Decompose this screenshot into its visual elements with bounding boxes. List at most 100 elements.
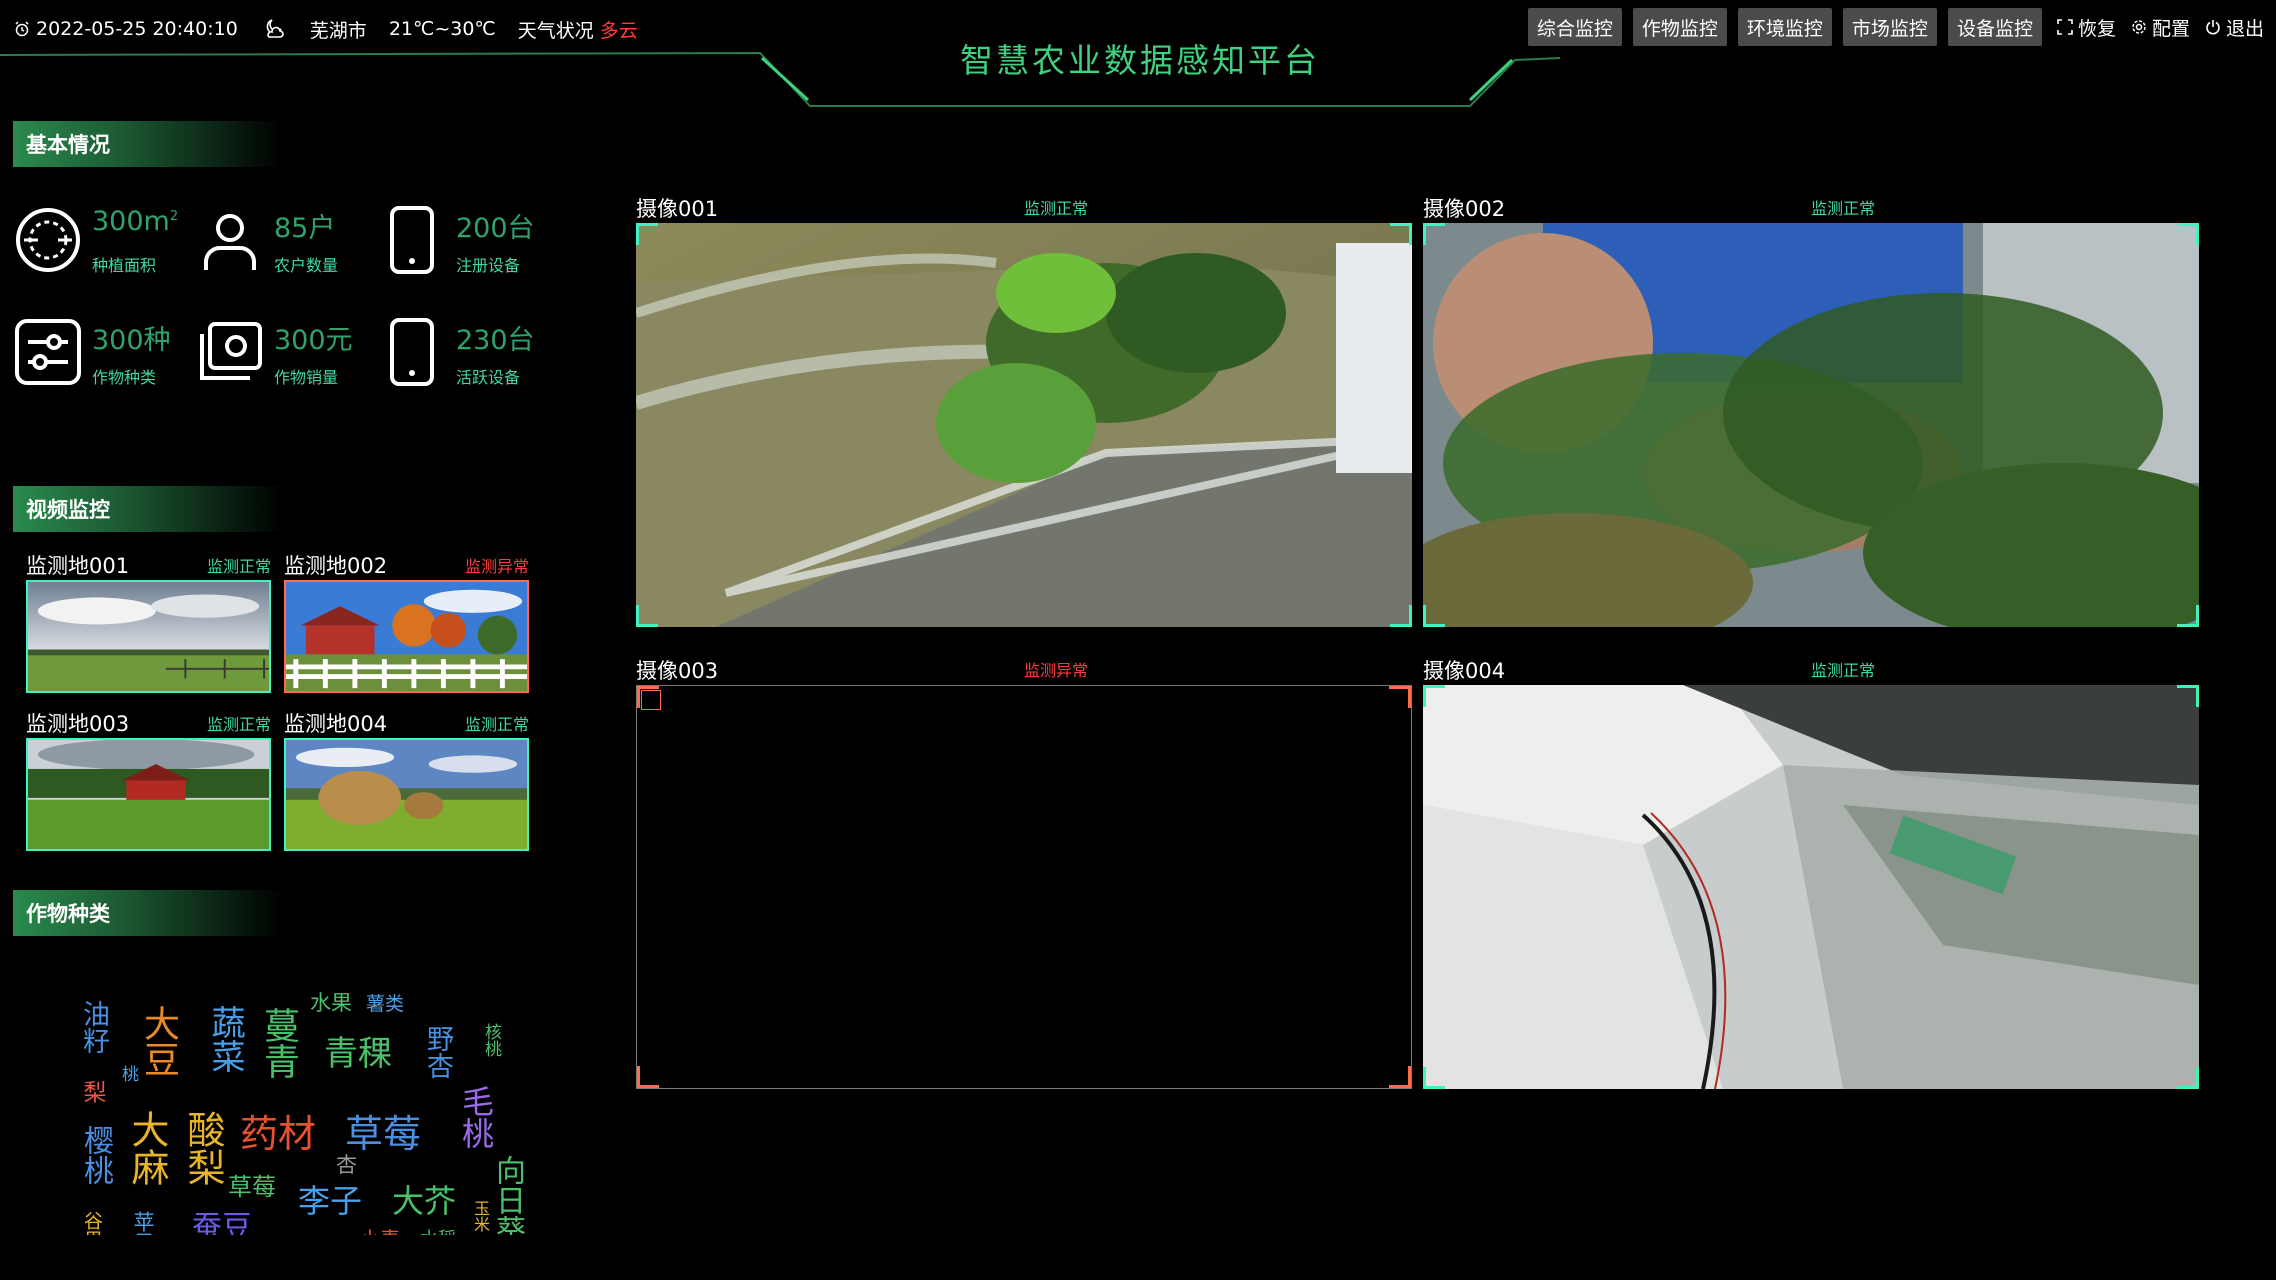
temperature: 21℃~30℃	[388, 18, 496, 40]
frame-corner	[636, 605, 658, 627]
datetime: 2022-05-25 20:40:10	[14, 18, 238, 40]
fullscreen-icon	[2057, 19, 2073, 35]
tab-overview[interactable]: 综合监控	[1527, 8, 1622, 46]
frame-corner	[1390, 605, 1412, 627]
frame-corner	[1423, 223, 1445, 245]
camera-002[interactable]: 摄像002 监测正常	[1423, 193, 2199, 633]
exit-label: 退出	[2225, 17, 2264, 40]
site-name: 监测地004	[284, 712, 388, 736]
camera-feed[interactable]	[1423, 223, 2199, 627]
word-cloud-item: 青稞	[324, 1034, 392, 1074]
word-cloud-item: 杏	[336, 1153, 357, 1177]
word-cloud-item: 药材	[240, 1112, 317, 1156]
restore-button[interactable]: 恢复	[2057, 14, 2116, 41]
person-icon	[204, 214, 256, 270]
camera-004[interactable]: 摄像004 监测正常	[1423, 655, 2199, 1095]
crop-sales-value: 300元	[274, 325, 353, 356]
word-cloud-item: 苹果	[131, 1211, 155, 1235]
word-cloud-item: 樱桃	[78, 1125, 113, 1185]
frame-corner	[1423, 685, 1445, 707]
word-cloud-item: 谷果	[81, 1211, 103, 1235]
weather-value: 多云	[599, 19, 638, 42]
exit-button[interactable]: 退出	[2205, 14, 2264, 41]
tablet-icon	[390, 206, 434, 274]
word-cloud-item: 梨	[79, 1080, 105, 1103]
site-thumbnail[interactable]	[284, 738, 529, 851]
planting-area-label: 种植面积	[92, 256, 157, 275]
stat-crop-sales: 300元 作物销量	[196, 312, 371, 392]
datetime-text: 2022-05-25 20:40:10	[36, 18, 238, 40]
main-nav: 综合监控 作物监控 环境监控 市场监控 设备监控 恢复 配置 退出	[1527, 8, 2264, 46]
frame-corner	[2177, 223, 2199, 245]
word-cloud-item: 草莓	[228, 1173, 276, 1201]
section-crops-header: 作物种类	[13, 890, 283, 936]
crop-sales-label: 作物销量	[274, 368, 339, 387]
word-cloud-item: 蔓青	[258, 1007, 299, 1079]
word-cloud-item: 水稻	[420, 1231, 456, 1236]
planting-area-value: 300m2	[92, 206, 179, 237]
site-thumbnail[interactable]	[26, 738, 271, 851]
farmers-value: 85户	[274, 213, 336, 244]
word-cloud-item: 向日葵	[490, 1155, 525, 1235]
weather: 天气状况 多云	[518, 16, 638, 43]
stat-planting-area: 300m2 种植面积	[14, 200, 189, 280]
frame-corner	[1423, 605, 1445, 627]
frame-corner	[2177, 685, 2199, 707]
frame-corner	[636, 223, 658, 245]
camera-001[interactable]: 摄像001 监测正常	[636, 193, 1412, 633]
photos-icon	[200, 322, 262, 380]
power-icon	[2206, 20, 2220, 35]
tab-device[interactable]: 设备监控	[1947, 8, 2042, 46]
config-label: 配置	[2151, 17, 2190, 40]
word-cloud-item: 大芥	[392, 1182, 457, 1220]
camera-status: 监测正常	[1811, 661, 1876, 680]
camera-feed[interactable]	[1423, 685, 2199, 1089]
stat-farmers: 85户 农户数量	[196, 200, 371, 280]
config-button[interactable]: 配置	[2131, 14, 2190, 41]
frame-corner	[2177, 605, 2199, 627]
active-devices-value: 230台	[456, 325, 535, 356]
basic-stats: 300m2 种植面积 85户 农户数量 200台 注册设备 300种 作物种类	[14, 200, 535, 400]
tab-market[interactable]: 市场监控	[1842, 8, 1937, 46]
word-cloud-item: 玉米	[471, 1200, 490, 1232]
camera-feed-offline[interactable]	[636, 685, 1412, 1089]
video-site-002[interactable]: 监测地002 监测异常	[284, 550, 529, 700]
video-site-001[interactable]: 监测地001 监测正常	[26, 550, 271, 700]
stat-active-devices: 230台 活跃设备	[378, 312, 553, 392]
site-status: 监测正常	[206, 557, 271, 576]
site-status: 监测异常	[464, 557, 529, 576]
planting-area-icon	[16, 208, 80, 272]
active-devices-label: 活跃设备	[456, 368, 521, 387]
sliders-icon	[15, 319, 81, 385]
video-site-004[interactable]: 监测地004 监测正常	[284, 708, 529, 858]
frame-corner	[2177, 1067, 2199, 1089]
camera-003[interactable]: 摄像003 监测异常	[636, 655, 1412, 1095]
word-cloud-item: 大豆	[138, 1005, 179, 1077]
camera-feed[interactable]	[636, 223, 1412, 627]
word-cloud-item: 桃	[122, 1065, 139, 1085]
city: 芜湖市	[309, 19, 367, 42]
word-cloud-item: 野杏	[422, 1025, 453, 1079]
frame-corner	[1389, 1066, 1411, 1088]
frame-corner	[1390, 223, 1412, 245]
camera-name: 摄像001	[636, 197, 719, 221]
site-status: 监测正常	[206, 715, 271, 734]
gear-icon	[2132, 20, 2146, 34]
crop-types-value: 300种	[92, 325, 171, 356]
camera-status: 监测正常	[1811, 199, 1876, 218]
registered-devices-label: 注册设备	[456, 256, 521, 275]
tablet-icon	[390, 318, 434, 386]
video-site-003[interactable]: 监测地003 监测正常	[26, 708, 271, 858]
word-cloud-item: 核桃	[481, 1023, 501, 1057]
tab-environment[interactable]: 环境监控	[1737, 8, 1832, 46]
word-cloud-item: 薯类	[366, 993, 405, 1015]
site-thumbnail[interactable]	[284, 580, 529, 693]
top-bar: 2022-05-25 20:40:10 芜湖市 21℃~30℃ 天气状况 多云 …	[0, 0, 2276, 110]
camera-name: 摄像003	[636, 659, 719, 683]
word-cloud-item: 油籽	[78, 1000, 109, 1054]
site-name: 监测地002	[284, 554, 388, 578]
tab-crop[interactable]: 作物监控	[1632, 8, 1727, 46]
site-thumbnail[interactable]	[26, 580, 271, 693]
broken-image-icon	[641, 690, 661, 710]
crop-word-cloud: 油籽 大豆 蔬菜 蔓青 水果 薯类 青稞 野杏 核桃 桃 梨 樱桃 大麻 酸梨 …	[60, 975, 540, 1236]
